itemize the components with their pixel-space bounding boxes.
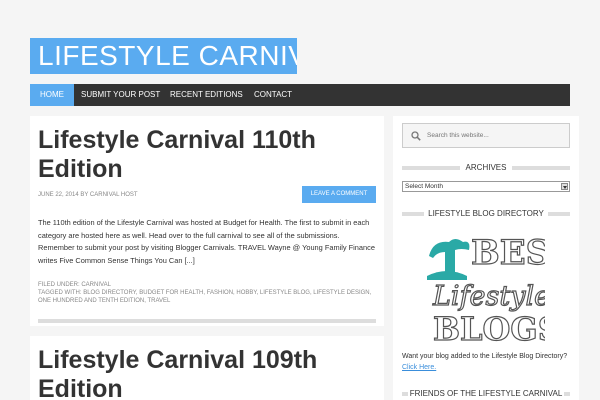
post-card: Lifestyle Carnival 109th Edition	[30, 336, 384, 400]
post-meta: JUNE 22, 2014 BY CARNIVAL HOST	[38, 192, 138, 198]
post-footer: FILED UNDER: CARNIVAL TAGGED WITH: BLOG …	[38, 281, 376, 306]
leave-comment-button[interactable]: LEAVE A COMMENT	[302, 186, 376, 203]
nav-submit-post[interactable]: SUBMIT YOUR POST	[81, 84, 160, 106]
search-icon	[411, 131, 421, 141]
svg-text:Lifestyle: Lifestyle	[432, 281, 545, 312]
svg-text:BLOGS: BLOGS	[433, 310, 545, 348]
main-nav: HOME SUBMIT YOUR POST RECENT EDITIONS CO…	[30, 84, 570, 106]
archives-widget-title: ARCHIVES	[402, 162, 570, 173]
best-lifestyle-blogs-badge[interactable]: BEST Lifestyle BLOGS	[425, 228, 545, 348]
nav-home[interactable]: HOME	[30, 84, 74, 106]
directory-blurb: Want your blog added to the Lifestyle Bl…	[402, 353, 568, 371]
post-card: Lifestyle Carnival 110th Edition JUNE 22…	[30, 116, 384, 326]
site-logo[interactable]: LIFESTYLE CARNIVAL	[30, 38, 297, 74]
post-divider	[38, 319, 376, 323]
chevron-down-icon	[561, 183, 568, 190]
nav-contact[interactable]: CONTACT	[254, 84, 292, 106]
search-input[interactable]	[427, 129, 563, 142]
filed-under[interactable]: FILED UNDER: CARNIVAL	[38, 281, 376, 289]
post-title[interactable]: Lifestyle Carnival 109th Edition	[38, 346, 338, 400]
directory-widget-title: LIFESTYLE BLOG DIRECTORY	[402, 208, 570, 219]
nav-recent-editions[interactable]: RECENT EDITIONS	[170, 84, 243, 106]
click-here-link[interactable]: Click Here.	[402, 364, 436, 371]
svg-text:BEST: BEST	[471, 233, 545, 273]
friends-widget-title: FRIENDS OF THE LIFESTYLE CARNIVAL	[402, 388, 570, 399]
archives-select[interactable]: Select Month	[402, 181, 570, 192]
search-box[interactable]	[402, 123, 570, 148]
sidebar: ARCHIVES Select Month LIFESTYLE BLOG DIR…	[393, 116, 579, 400]
post-excerpt: The 110th edition of the Lifestyle Carni…	[38, 218, 375, 265]
post-title[interactable]: Lifestyle Carnival 110th Edition	[38, 126, 338, 184]
tagged-with[interactable]: TAGGED WITH: BLOG DIRECTORY, BUDGET FOR …	[38, 289, 376, 305]
